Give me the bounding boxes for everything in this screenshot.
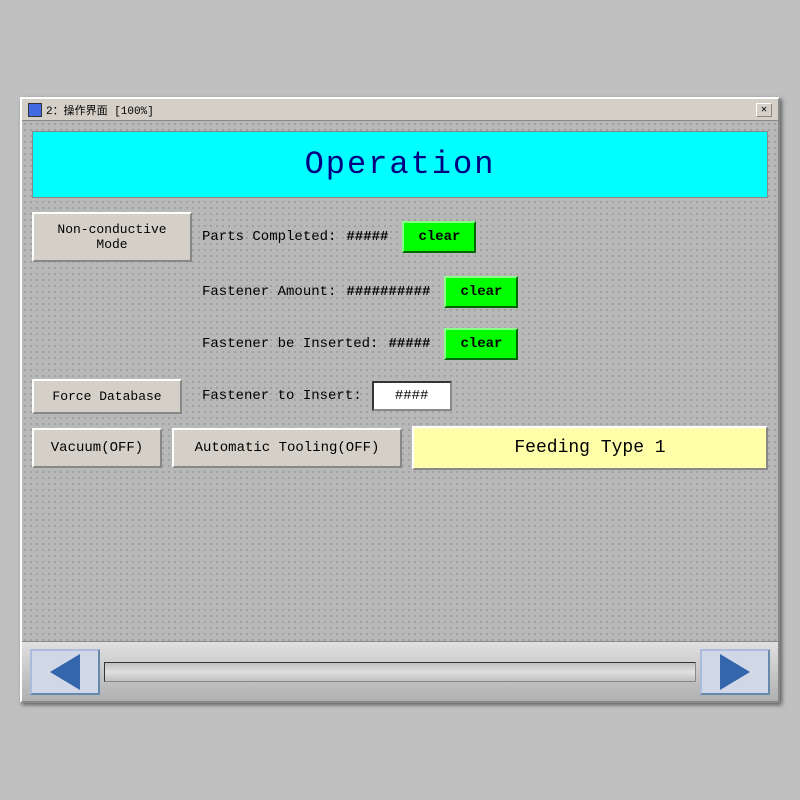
fastener-amount-label: Fastener Amount: [202, 284, 336, 300]
fastener-be-inserted-label: Fastener be Inserted: [202, 336, 378, 352]
parts-completed-label: Parts Completed: [202, 229, 336, 245]
feeding-type-button[interactable]: Feeding Type 1 [412, 426, 768, 470]
nav-prev-button[interactable] [30, 649, 100, 695]
fastener-amount-area: Fastener Amount: ########## clear [192, 276, 768, 308]
fastener-be-inserted-area: Fastener be Inserted: ##### clear [192, 328, 768, 360]
title-bar-left: 2：操作界面 [100%] [28, 102, 154, 118]
window-icon [28, 103, 42, 117]
page-title: Operation [305, 146, 496, 183]
header-banner: Operation [32, 131, 768, 198]
fastener-to-insert-area: Fastener to Insert: #### [192, 381, 768, 411]
title-bar: 2：操作界面 [100%] ✕ [22, 99, 778, 121]
arrow-right-icon [720, 654, 750, 690]
row-fastener-to-insert: Force Database Fastener to Insert: #### [32, 374, 768, 418]
automatic-tooling-button[interactable]: Automatic Tooling(OFF) [172, 428, 402, 468]
nav-spacer [104, 662, 696, 682]
main-window: 2：操作界面 [100%] ✕ Operation Non-conductive… [20, 97, 780, 703]
close-button[interactable]: ✕ [756, 103, 772, 117]
bottom-buttons-row: Vacuum(OFF) Automatic Tooling(OFF) Feedi… [32, 426, 768, 470]
vacuum-button[interactable]: Vacuum(OFF) [32, 428, 162, 468]
clear-parts-completed-button[interactable]: clear [402, 221, 476, 253]
force-database-button[interactable]: Force Database [32, 379, 182, 414]
navigation-bar [22, 641, 778, 701]
left-btn-col-1: Non-conductive Mode [32, 212, 192, 262]
fastener-to-insert-input[interactable]: #### [372, 381, 452, 411]
content-area: Operation Non-conductive Mode Parts Comp… [22, 121, 778, 641]
fastener-to-insert-label: Fastener to Insert: [202, 388, 362, 404]
nav-next-button[interactable] [700, 649, 770, 695]
fastener-be-inserted-value: ##### [388, 336, 430, 352]
non-conductive-mode-button[interactable]: Non-conductive Mode [32, 212, 192, 262]
clear-fastener-be-inserted-button[interactable]: clear [444, 328, 518, 360]
window-title: 2：操作界面 [100%] [46, 102, 154, 118]
fastener-amount-value: ########## [346, 284, 430, 300]
clear-fastener-amount-button[interactable]: clear [444, 276, 518, 308]
row-fastener-amount: Fastener Amount: ########## clear [32, 270, 768, 314]
arrow-left-icon [50, 654, 80, 690]
row-fastener-inserted: Fastener be Inserted: ##### clear [32, 322, 768, 366]
left-btn-col-4: Force Database [32, 379, 192, 414]
parts-completed-area: Parts Completed: ##### clear [192, 221, 768, 253]
row-parts-completed: Non-conductive Mode Parts Completed: ###… [32, 212, 768, 262]
parts-completed-value: ##### [346, 229, 388, 245]
